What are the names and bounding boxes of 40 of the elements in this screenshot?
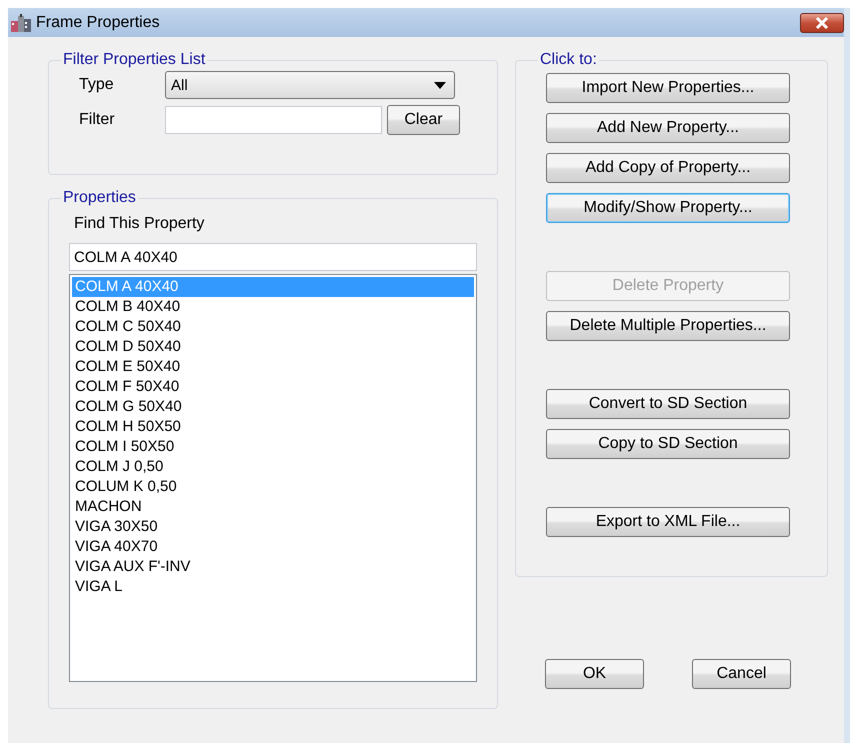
action-button[interactable]: Add New Property... — [546, 113, 790, 143]
list-item[interactable]: COLM I 50X50 — [72, 437, 474, 457]
dropdown-arrow-icon — [434, 82, 446, 88]
find-label: Find This Property — [73, 215, 206, 234]
list-item[interactable]: COLM D 50X40 — [72, 337, 474, 357]
action-button[interactable]: Delete Multiple Properties... — [546, 311, 790, 341]
group-title: Click to: — [539, 51, 598, 69]
list-item[interactable]: MACHON — [72, 497, 474, 517]
action-button[interactable]: Copy to SD Section — [546, 429, 790, 459]
list-item[interactable]: VIGA 30X50 — [72, 517, 474, 537]
list-item[interactable]: COLM E 50X40 — [72, 357, 474, 377]
type-dropdown[interactable]: All — [165, 71, 455, 99]
list-item[interactable]: VIGA L — [72, 577, 474, 597]
list-item[interactable]: VIGA AUX F'-INV — [72, 557, 474, 577]
close-button[interactable] — [800, 12, 844, 32]
cancel-button[interactable]: Cancel — [692, 659, 791, 689]
action-button[interactable]: Import New Properties... — [546, 73, 790, 103]
close-icon — [815, 16, 829, 28]
group-title: Properties — [62, 189, 137, 207]
list-item[interactable]: COLUM K 0,50 — [72, 477, 474, 497]
group-title: Filter Properties List — [62, 51, 206, 69]
action-button[interactable]: Convert to SD Section — [546, 389, 790, 419]
list-item[interactable]: COLM J 0,50 — [72, 457, 474, 477]
building-icon — [10, 12, 32, 32]
find-field[interactable]: COLM A 40X40 — [69, 243, 477, 271]
filter-field[interactable] — [165, 106, 382, 134]
type-label: Type — [78, 76, 115, 94]
list-item[interactable]: COLM B 40X40 — [72, 297, 474, 317]
action-button[interactable]: Export to XML File... — [546, 507, 790, 537]
ok-button[interactable]: OK — [545, 659, 644, 689]
list-item[interactable]: COLM H 50X50 — [72, 417, 474, 437]
action-button[interactable]: Modify/Show Property... — [546, 193, 790, 223]
window-title: Frame Properties — [36, 14, 161, 32]
filter-label: Filter — [78, 111, 116, 129]
list-item[interactable]: VIGA 40X70 — [72, 537, 474, 557]
list-item[interactable]: COLM C 50X40 — [72, 317, 474, 337]
list-item[interactable]: COLM G 50X40 — [72, 397, 474, 417]
action-button[interactable]: Add Copy of Property... — [546, 153, 790, 183]
list-item[interactable]: COLM F 50X40 — [72, 377, 474, 397]
clear-button[interactable]: Clear — [387, 105, 460, 135]
